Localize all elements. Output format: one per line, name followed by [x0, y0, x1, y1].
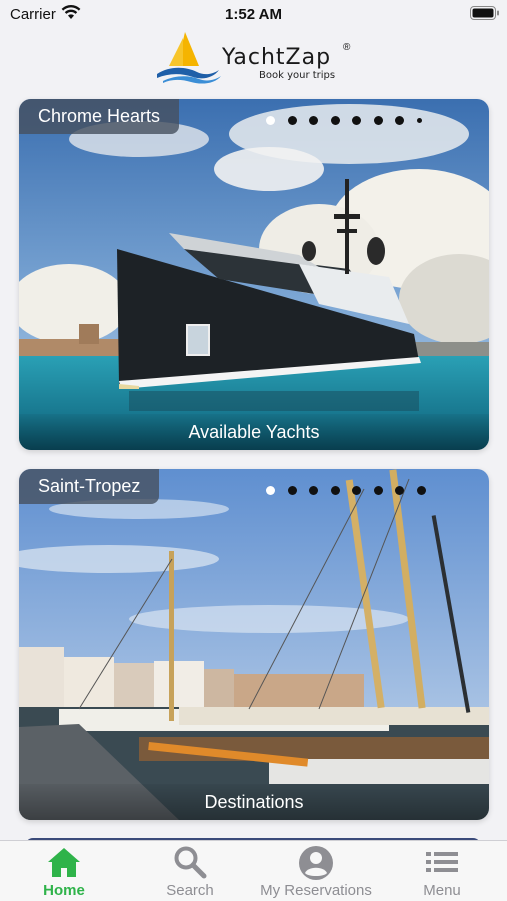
- brand-name: YachtZap: [222, 45, 332, 70]
- page-dot[interactable]: [395, 116, 404, 125]
- destination-name-tag: Saint-Tropez: [19, 469, 160, 504]
- page-dot[interactable]: [373, 116, 383, 125]
- search-icon: [174, 846, 207, 879]
- menu-icon: [426, 852, 458, 872]
- tab-label: Menu: [423, 882, 461, 899]
- page-dot[interactable]: [309, 116, 318, 125]
- page-dot[interactable]: [266, 116, 275, 125]
- tab-label: My Reservations: [260, 882, 372, 899]
- home-icon: [48, 848, 80, 877]
- yacht-name-tag: Chrome Hearts: [19, 99, 180, 134]
- tab-bar: Home Search My Reservations Menu: [0, 840, 507, 901]
- page-dot[interactable]: [287, 116, 297, 125]
- page-dot[interactable]: [266, 486, 275, 495]
- tab-my-reservations[interactable]: My Reservations: [253, 841, 379, 901]
- available-yachts-card[interactable]: Chrome Hearts Available Yachts: [19, 99, 489, 450]
- account-icon: [299, 846, 333, 880]
- page-dot[interactable]: [373, 486, 383, 495]
- card-caption: Available Yachts: [19, 414, 489, 450]
- card-caption: Destinations: [19, 784, 489, 820]
- page-dot[interactable]: [287, 486, 297, 495]
- page-dot[interactable]: [352, 116, 361, 125]
- harbor-photo: [19, 469, 489, 820]
- page-dot[interactable]: [330, 116, 340, 125]
- page-dot[interactable]: [395, 486, 404, 495]
- sailboat-logo-icon: [157, 32, 221, 84]
- registered-mark: ®: [343, 42, 351, 53]
- destinations-card[interactable]: Saint-Tropez Destinations: [19, 469, 489, 820]
- tab-home[interactable]: Home: [1, 841, 127, 901]
- yacht-photo: [19, 99, 489, 450]
- page-indicator[interactable]: [266, 116, 434, 125]
- app-logo: YachtZap ® Book your trips: [155, 28, 365, 84]
- brand-tagline: Book your trips: [259, 70, 336, 81]
- tab-label: Search: [166, 882, 214, 899]
- page-dot[interactable]: [416, 486, 426, 495]
- tab-label: Home: [43, 882, 85, 899]
- page-dot[interactable]: [352, 486, 361, 495]
- clock: 1:52 AM: [225, 6, 282, 23]
- tab-search[interactable]: Search: [127, 841, 253, 901]
- page-dot[interactable]: [309, 486, 318, 495]
- page-dot[interactable]: [416, 118, 422, 123]
- page-dot[interactable]: [330, 486, 340, 495]
- status-bar: Carrier 1:52 AM: [0, 0, 507, 28]
- battery-icon: [470, 6, 500, 25]
- page-indicator[interactable]: [266, 486, 438, 495]
- tab-menu[interactable]: Menu: [379, 841, 505, 901]
